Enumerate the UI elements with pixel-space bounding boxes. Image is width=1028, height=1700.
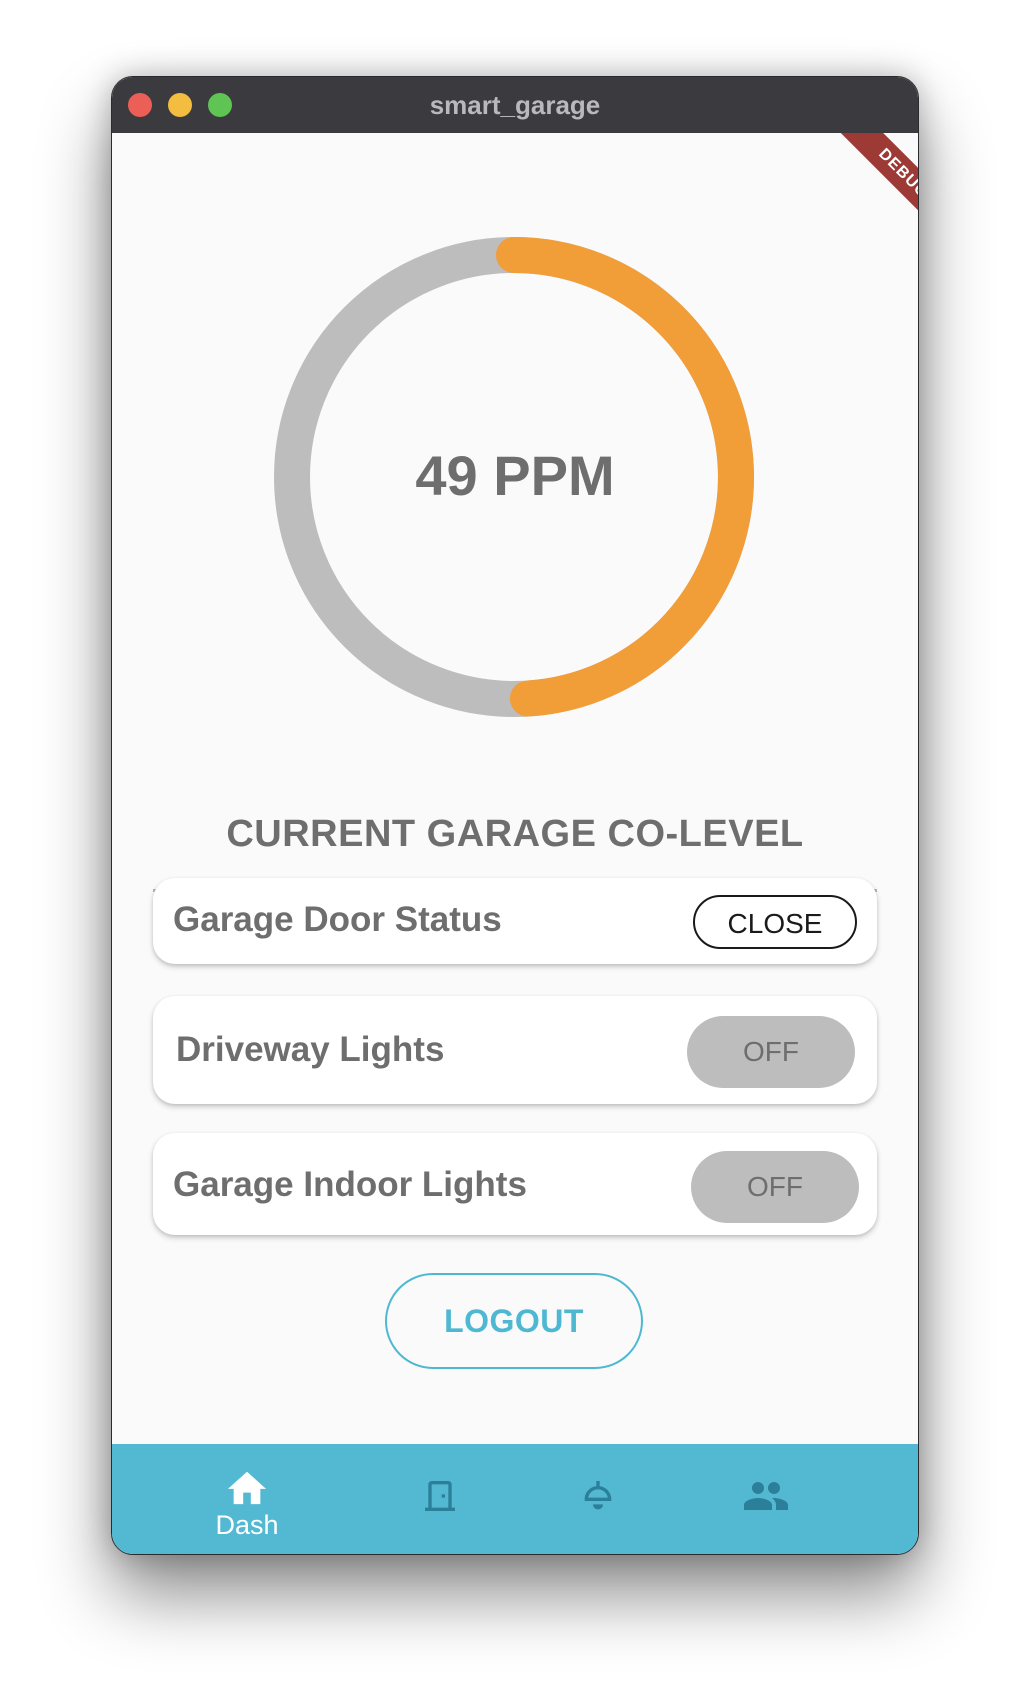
window-title: smart_garage (429, 90, 601, 120)
driveway-lights-card: Driveway Lights OFF (153, 996, 877, 1104)
garage-door-card: Garage Door Status CLOSE (153, 878, 877, 964)
nav-item-lights[interactable] (523, 1444, 673, 1554)
bottom-navigation: Dash (112, 1444, 918, 1554)
nav-label-dash: Dash (215, 1510, 279, 1540)
driveway-lights-toggle[interactable]: OFF (687, 1016, 855, 1088)
debug-banner: DEBUG (798, 133, 918, 253)
indoor-lights-card: Garage Indoor Lights OFF (153, 1133, 877, 1235)
home-icon (227, 1471, 267, 1505)
indoor-lights-toggle[interactable]: OFF (691, 1151, 859, 1223)
people-icon (744, 1482, 788, 1510)
title-bar: smart_garage (112, 77, 918, 133)
garage-door-label: Garage Door Status (173, 900, 502, 939)
door-icon (425, 1481, 455, 1511)
nav-item-users[interactable] (691, 1444, 841, 1554)
nav-item-dash[interactable]: Dash (172, 1444, 322, 1554)
garage-door-close-button[interactable]: CLOSE (693, 895, 857, 949)
ceiling-light-icon (584, 1481, 612, 1510)
dashboard-content: DEBUG 49 PPM CURRENT GARAGE CO-LEVEL Gar… (112, 133, 918, 1444)
debug-banner-label: DEBUG (832, 133, 918, 245)
co-level-label: CURRENT GARAGE CO-LEVEL (226, 813, 804, 855)
driveway-lights-label: Driveway Lights (176, 1030, 445, 1069)
co-level-value: 49 PPM (415, 444, 615, 507)
indoor-lights-label: Garage Indoor Lights (173, 1165, 527, 1204)
app-window: smart_garage DEBUG 49 PPM CURRENT GARAGE… (111, 76, 919, 1555)
logout-button[interactable]: LOGOUT (385, 1273, 643, 1369)
nav-item-door[interactable] (365, 1444, 515, 1554)
